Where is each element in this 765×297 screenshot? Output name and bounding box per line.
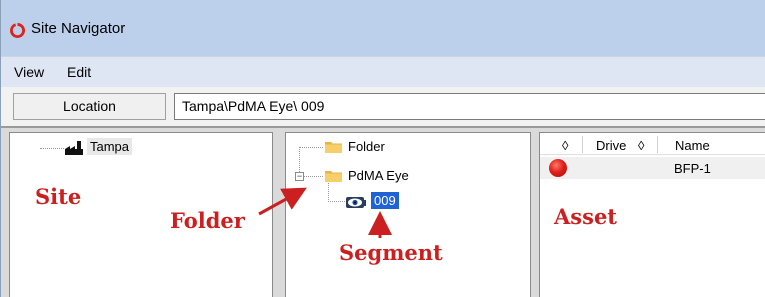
- pane-container: Tampa Folder − PdMA Eye 009 ◊ Drive ◊ Na…: [1, 126, 765, 297]
- location-field[interactable]: Tampa\PdMA Eye\ 009: [174, 93, 765, 120]
- app-logo-icon: [10, 23, 25, 38]
- menu-bar: View Edit: [1, 56, 765, 87]
- menu-edit[interactable]: Edit: [67, 64, 91, 80]
- arrow-to-folder: [258, 187, 307, 216]
- site-navigator-window: Site Navigator View Edit Location Tampa\…: [0, 0, 765, 297]
- annotation-arrows: [258, 187, 392, 238]
- title-bar[interactable]: Site Navigator: [1, 0, 765, 56]
- menu-view[interactable]: View: [14, 64, 44, 80]
- location-label: Location: [13, 93, 166, 120]
- location-bar: Location Tampa\PdMA Eye\ 009: [1, 87, 765, 126]
- window-title: Site Navigator: [31, 20, 126, 37]
